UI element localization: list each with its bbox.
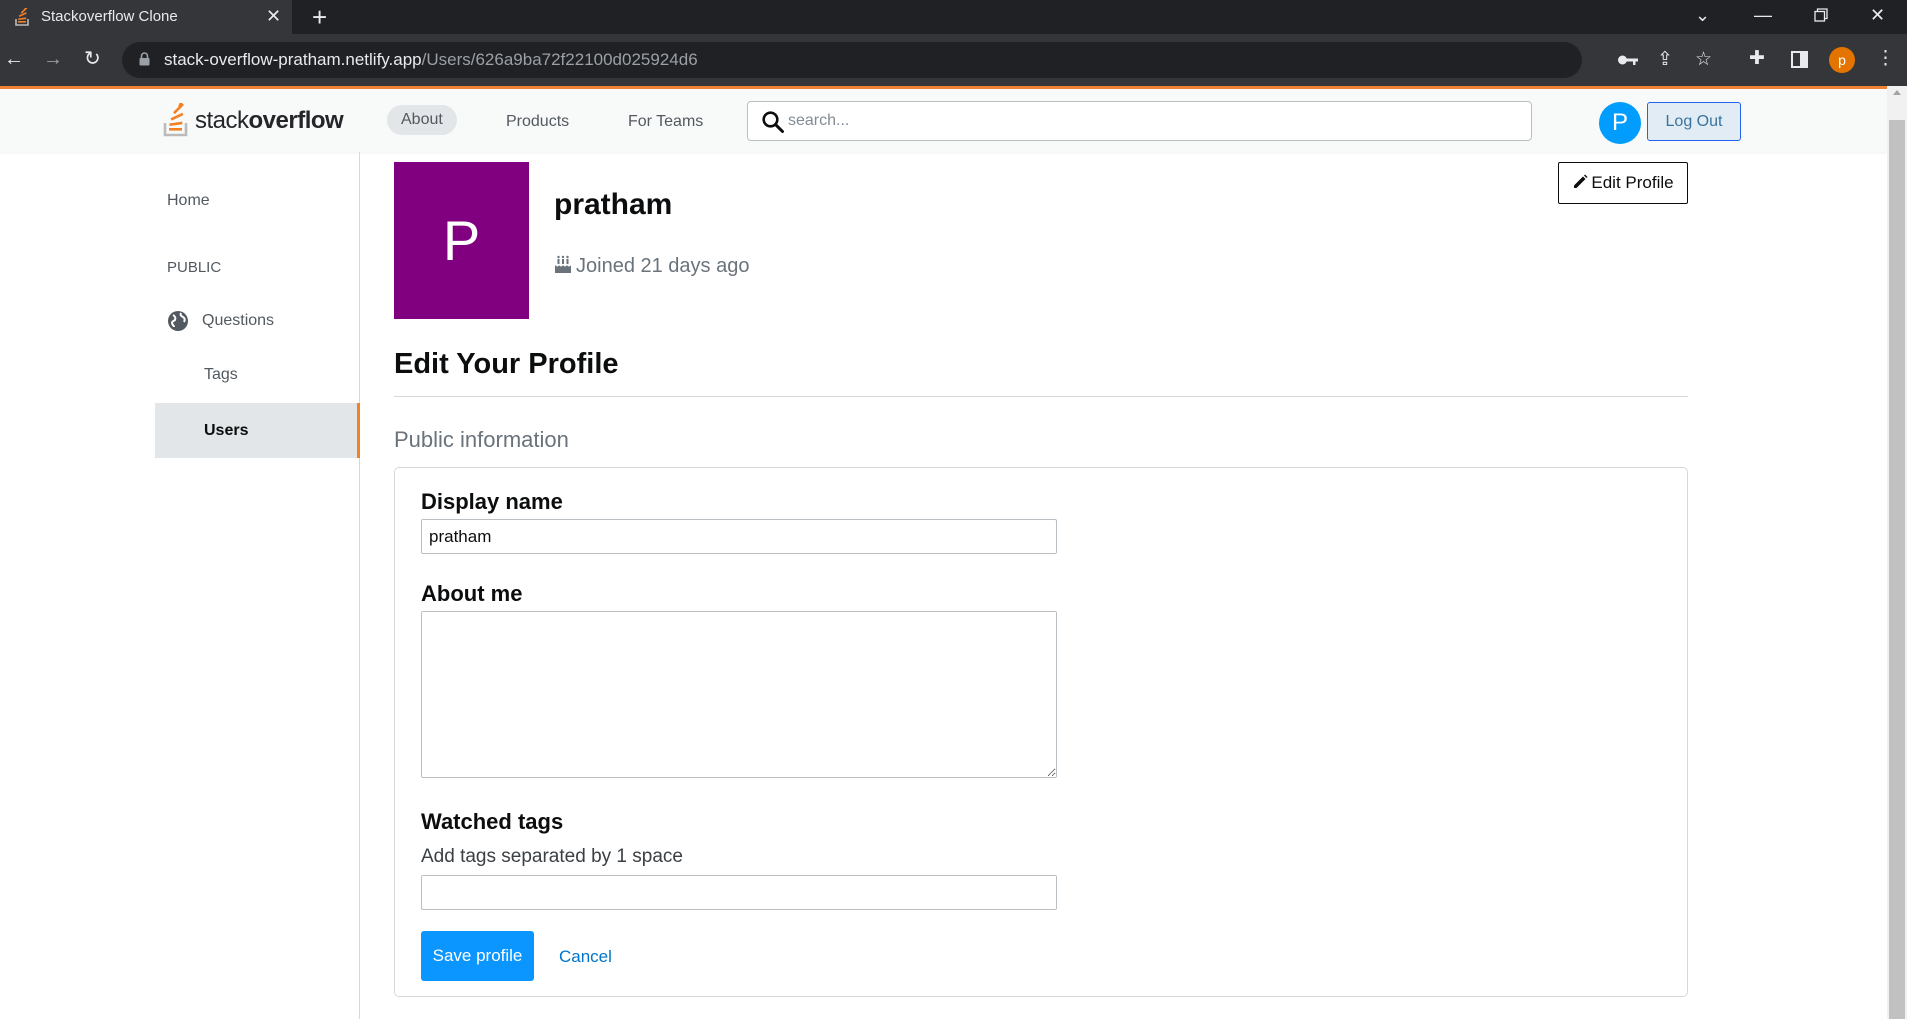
password-key-icon[interactable] xyxy=(1617,53,1639,67)
cancel-button[interactable]: Cancel xyxy=(559,947,612,967)
stackoverflow-logo[interactable]: stackoverflow xyxy=(163,101,344,141)
url-path: /Users/626a9ba72f22100d025924d6 xyxy=(421,50,698,69)
url-host: stack-overflow-pratham.netlify.app xyxy=(164,50,422,69)
new-tab-icon[interactable]: + xyxy=(312,2,327,32)
browser-menu-icon[interactable]: ⋮ xyxy=(1876,47,1895,71)
extensions-icon[interactable]: ✚ xyxy=(1749,47,1765,71)
sidebar-item-questions-label: Questions xyxy=(202,312,275,329)
scroll-thumb[interactable] xyxy=(1889,120,1905,1019)
browser-toolbar: ← → ↻ stack-overflow-pratham.netlify.app… xyxy=(0,34,1907,86)
nav-link-about[interactable]: About xyxy=(387,105,457,135)
page-scrollbar[interactable] xyxy=(1887,86,1907,1019)
share-icon[interactable]: ⇪ xyxy=(1657,48,1673,72)
forward-icon[interactable]: → xyxy=(43,46,63,72)
browser-tab-strip: Stackoverflow Clone ✕ + ⌄ — ✕ xyxy=(0,0,1907,34)
minimize-icon[interactable]: — xyxy=(1754,2,1772,28)
url-text: stack-overflow-pratham.netlify.app/Users… xyxy=(164,50,698,70)
watched-tags-input[interactable] xyxy=(421,875,1057,910)
tab-title: Stackoverflow Clone xyxy=(41,8,178,25)
reload-icon[interactable]: ↻ xyxy=(84,46,101,72)
search-input[interactable] xyxy=(788,110,1518,132)
title-divider xyxy=(394,396,1688,397)
edit-profile-label: Edit Profile xyxy=(1591,173,1674,192)
profile-joined: Joined 21 days ago xyxy=(554,254,749,278)
nav-link-for-teams[interactable]: For Teams xyxy=(628,109,703,135)
display-name-input[interactable] xyxy=(421,519,1057,554)
watched-tags-hint: Add tags separated by 1 space xyxy=(421,846,683,867)
stackoverflow-logo-icon xyxy=(163,103,188,137)
logout-button[interactable]: Log Out xyxy=(1647,102,1741,141)
save-profile-button[interactable]: Save profile xyxy=(421,931,534,981)
profile-name: pratham xyxy=(554,188,673,221)
profile-joined-text: Joined 21 days ago xyxy=(576,255,750,277)
scroll-up-icon[interactable] xyxy=(1893,90,1901,95)
lock-icon xyxy=(139,52,150,66)
stackoverflow-favicon-icon xyxy=(15,8,29,26)
left-sidebar: Home PUBLIC Questions Tags Users xyxy=(155,152,360,1019)
edit-profile-button[interactable]: Edit Profile xyxy=(1558,162,1688,204)
section-title-public-information: Public information xyxy=(394,427,569,452)
browser-tab[interactable]: Stackoverflow Clone ✕ xyxy=(0,0,292,34)
logo-text: stackoverflow xyxy=(195,107,344,135)
watched-tags-label: Watched tags xyxy=(421,809,564,834)
globe-icon xyxy=(168,311,188,331)
search-box[interactable] xyxy=(747,101,1532,141)
tab-search-icon[interactable]: ⌄ xyxy=(1695,2,1710,28)
display-name-label: Display name xyxy=(421,489,563,514)
close-window-icon[interactable]: ✕ xyxy=(1870,2,1885,28)
nav-link-products[interactable]: Products xyxy=(506,109,569,135)
back-icon[interactable]: ← xyxy=(4,46,24,72)
bookmark-star-icon[interactable]: ☆ xyxy=(1695,48,1712,72)
address-bar[interactable]: stack-overflow-pratham.netlify.app/Users… xyxy=(122,42,1712,78)
sidebar-section-public: PUBLIC xyxy=(167,259,222,276)
logo-text-light: stack xyxy=(195,107,249,134)
logo-text-bold: overflow xyxy=(248,107,344,134)
browser-profile-avatar[interactable]: p xyxy=(1829,47,1855,73)
sidebar-item-tags[interactable]: Tags xyxy=(155,366,360,384)
profile-avatar: P xyxy=(394,162,529,319)
sidebar-item-users[interactable]: Users xyxy=(155,403,360,458)
site-navbar: stackoverflow About Products For Teams P… xyxy=(0,86,1887,152)
about-me-textarea[interactable] xyxy=(421,611,1057,778)
tab-close-icon[interactable]: ✕ xyxy=(266,6,281,26)
search-icon xyxy=(762,111,784,133)
pencil-icon xyxy=(1574,174,1588,188)
page-title: Edit Your Profile xyxy=(394,348,619,380)
about-me-label: About me xyxy=(421,581,523,606)
sidebar-item-questions[interactable]: Questions xyxy=(155,309,360,335)
birthday-cake-icon xyxy=(555,255,571,273)
restore-icon[interactable] xyxy=(1814,8,1828,22)
sidebar-item-home[interactable]: Home xyxy=(155,192,360,210)
user-avatar-nav[interactable]: P xyxy=(1599,102,1641,144)
edit-profile-form: Display name About me Watched tags Add t… xyxy=(394,467,1688,997)
side-panel-icon[interactable] xyxy=(1791,51,1808,68)
